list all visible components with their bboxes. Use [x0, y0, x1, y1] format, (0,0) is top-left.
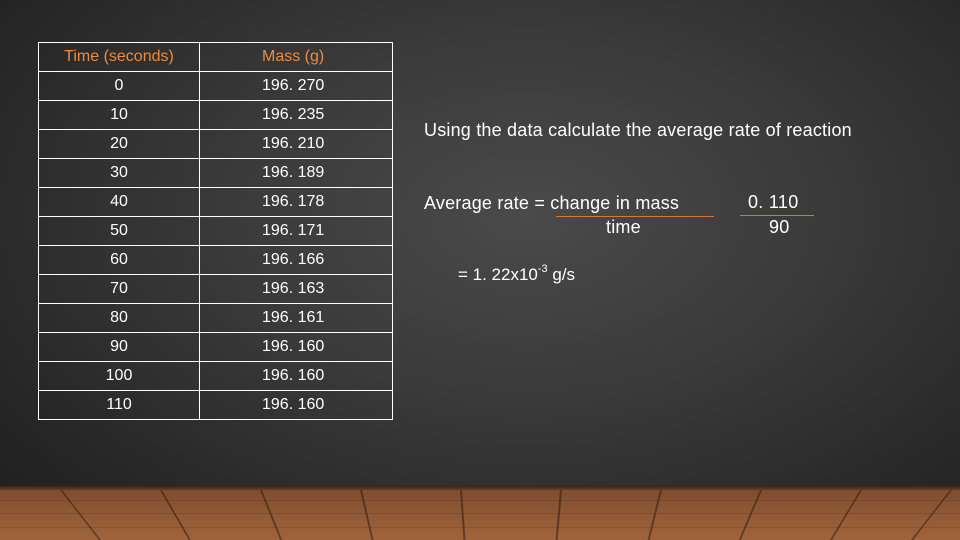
- table-row: 50 196. 171: [38, 216, 393, 246]
- floor-plank-seam: [910, 490, 952, 540]
- mass-cell: 196. 161: [199, 303, 393, 333]
- time-cell: 100: [38, 361, 200, 391]
- table-row: 40 196. 178: [38, 187, 393, 217]
- mass-cell: 196. 270: [199, 71, 393, 101]
- time-cell: 40: [38, 187, 200, 217]
- mass-cell: 196. 160: [199, 390, 393, 420]
- table-row: 80 196. 161: [38, 303, 393, 333]
- table-row: 10 196. 235: [38, 100, 393, 130]
- mass-column-header: Mass (g): [199, 42, 393, 72]
- time-cell: 60: [38, 245, 200, 275]
- floor-plank-seam: [829, 490, 862, 540]
- mass-cell: 196. 166: [199, 245, 393, 275]
- table-row: 110 196. 160: [38, 390, 393, 420]
- mass-cell: 196. 210: [199, 129, 393, 159]
- mass-cell: 196. 160: [199, 361, 393, 391]
- average-rate-formula: Average rate = change in mass: [424, 193, 680, 213]
- floor-plank-seam: [360, 490, 374, 540]
- time-cell: 110: [38, 390, 200, 420]
- floor-edge: [0, 486, 960, 490]
- table-row: 70 196. 163: [38, 274, 393, 304]
- fraction-line: [740, 215, 814, 216]
- result-exponent: -3: [537, 263, 548, 275]
- wood-grain: [0, 527, 960, 528]
- wood-grain: [0, 500, 960, 501]
- floor-plank-seam: [160, 490, 191, 540]
- floor-plank-seam: [60, 490, 102, 540]
- time-column-header: Time (seconds): [38, 42, 200, 72]
- time-cell: 0: [38, 71, 200, 101]
- mass-cell: 196. 178: [199, 187, 393, 217]
- wooden-floor: [0, 486, 960, 540]
- table-header-row: Time (seconds) Mass (g): [38, 42, 393, 72]
- floor-plank-seam: [260, 490, 283, 540]
- question-prompt: Using the data calculate the average rat…: [424, 120, 852, 140]
- slide: Time (seconds) Mass (g) 0 196. 270 10 196.…: [0, 0, 960, 540]
- mass-cell: 196. 160: [199, 332, 393, 362]
- mass-cell: 196. 171: [199, 216, 393, 246]
- time-cell: 20: [38, 129, 200, 159]
- table-row: 60 196. 166: [38, 245, 393, 275]
- time-cell: 70: [38, 274, 200, 304]
- floor-plank-seam: [460, 490, 466, 540]
- fraction-numerator: 0. 110: [748, 192, 799, 212]
- formula-denominator: time: [606, 217, 641, 237]
- time-cell: 80: [38, 303, 200, 333]
- mass-cell: 196. 189: [199, 158, 393, 188]
- fraction-denominator: 90: [769, 217, 790, 237]
- wood-grain: [0, 513, 960, 514]
- time-cell: 30: [38, 158, 200, 188]
- table-row: 0 196. 270: [38, 71, 393, 101]
- time-cell: 10: [38, 100, 200, 130]
- table-row: 20 196. 210: [38, 129, 393, 159]
- table-row: 100 196. 160: [38, 361, 393, 391]
- floor-plank-seam: [647, 490, 662, 540]
- time-cell: 90: [38, 332, 200, 362]
- result-unit: g/s: [547, 265, 576, 284]
- mass-cell: 196. 163: [199, 274, 393, 304]
- table-row: 90 196. 160: [38, 332, 393, 362]
- data-table: Time (seconds) Mass (g) 0 196. 270 10 196.…: [38, 42, 393, 420]
- time-cell: 50: [38, 216, 200, 246]
- mass-cell: 196. 235: [199, 100, 393, 130]
- table-row: 30 196. 189: [38, 158, 393, 188]
- result-value: = 1. 22x10-3 g/s: [458, 263, 576, 285]
- floor-plank-seam: [738, 490, 762, 540]
- result-prefix: = 1. 22x10: [458, 265, 538, 284]
- floor-plank-seam: [555, 490, 562, 540]
